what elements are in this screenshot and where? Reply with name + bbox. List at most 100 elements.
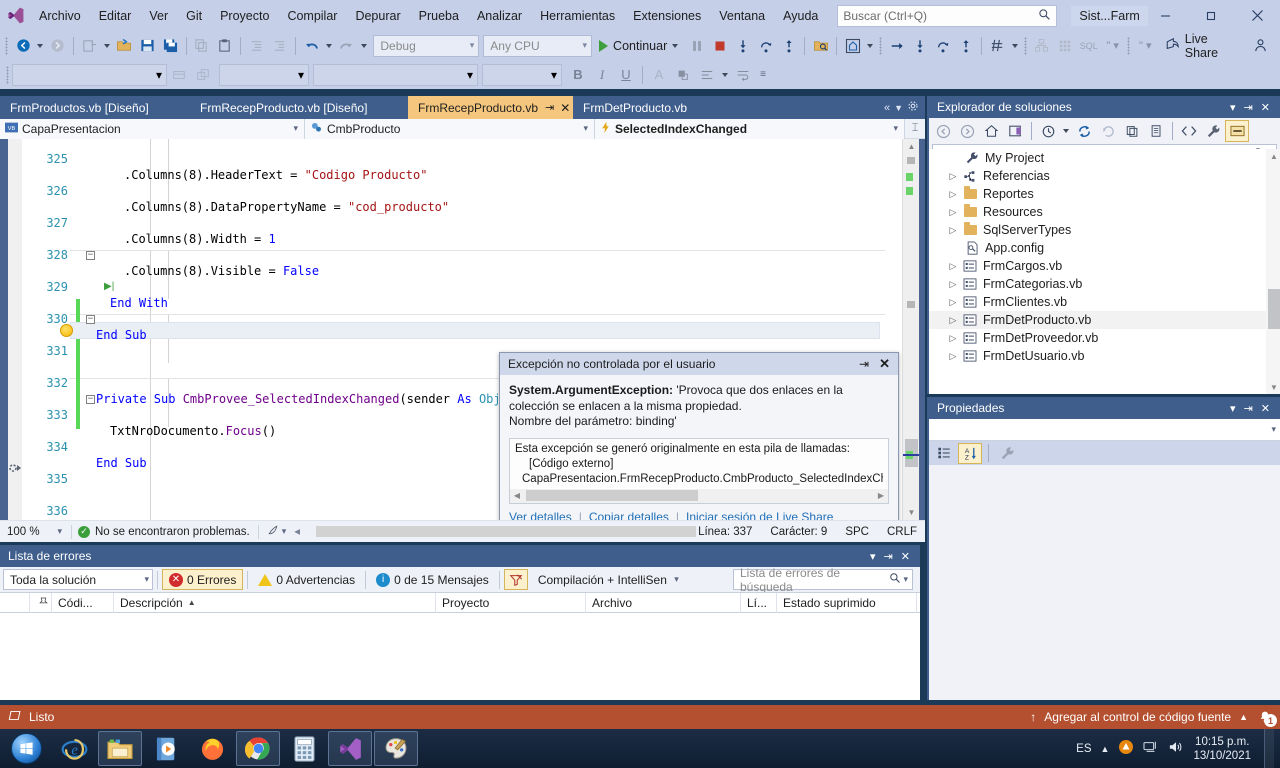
panel-menu-icon-3[interactable]: ▾	[1226, 402, 1240, 415]
menu-ayuda[interactable]: Ayuda	[774, 4, 827, 28]
live-share-button[interactable]: Live Share	[1157, 32, 1249, 60]
close-button[interactable]	[1234, 0, 1280, 31]
source-control-label[interactable]: Agregar al control de código fuente	[1044, 710, 1231, 724]
taskbar-visual-studio-icon[interactable]	[328, 731, 372, 766]
col-description[interactable]: Descripción ▲	[114, 592, 436, 613]
filter-button[interactable]	[503, 569, 528, 590]
toolbar-grip-3[interactable]	[1021, 36, 1031, 56]
scroll-tabs-icon[interactable]: «	[884, 102, 890, 114]
tab-options-gear-icon[interactable]	[907, 100, 919, 115]
font-color-icon[interactable]: A	[647, 63, 671, 87]
continue-button[interactable]: Continuar	[592, 34, 685, 58]
format-table-icon[interactable]	[167, 63, 191, 87]
col-code[interactable]: Códi...	[52, 592, 114, 613]
warnings-toggle[interactable]: 0 Advertencias	[252, 569, 361, 590]
tray-expand-icon[interactable]: ▲	[1101, 744, 1110, 754]
collapse-region-341[interactable]: −	[86, 395, 95, 404]
pin-icon-5[interactable]: ⇥	[1240, 402, 1257, 415]
stop-icon[interactable]	[708, 34, 731, 58]
step-out-icon[interactable]	[777, 34, 800, 58]
hash-lines-icon[interactable]	[986, 34, 1009, 58]
properties-page-icon[interactable]	[1144, 120, 1168, 142]
col-line[interactable]: Lí...	[741, 592, 777, 613]
notifications-bell-icon[interactable]: 1	[1256, 709, 1277, 727]
format-extra-combo[interactable]: ▾	[482, 63, 562, 86]
forward-icon[interactable]	[955, 120, 979, 142]
save-all-icon[interactable]	[159, 34, 182, 58]
editor-horizontal-scrollbar[interactable]: ◀ ▶	[294, 526, 697, 538]
redo-icon[interactable]	[335, 34, 358, 58]
copy-icon[interactable]	[190, 34, 213, 58]
tray-antivirus-icon[interactable]	[1118, 739, 1134, 758]
stack-horizontal-scrollbar[interactable]: ◀ ▶	[510, 488, 888, 503]
refresh-icon[interactable]	[1072, 120, 1096, 142]
maximize-button[interactable]	[1188, 0, 1234, 31]
panel-menu-icon-2[interactable]: ▾	[1226, 101, 1240, 114]
error-list-search-input[interactable]: Lista de errores de búsqueda ▾	[733, 566, 913, 594]
format-size-combo[interactable]: ▾	[219, 63, 309, 86]
show-all-files-icon[interactable]	[1120, 120, 1144, 142]
chevron-right-icon-8[interactable]: ▷	[945, 315, 961, 326]
menu-compilar[interactable]: Compilar	[278, 4, 346, 28]
chevron-right-icon-3[interactable]: ▷	[945, 207, 961, 218]
editor-vertical-scrollbar[interactable]: ▲ ▼	[902, 139, 920, 520]
tree-node-frmclientes[interactable]: ▷ FrmClientes.vb	[929, 293, 1280, 311]
language-indicator[interactable]: ES	[1076, 743, 1091, 755]
bold-button[interactable]: B	[566, 63, 590, 87]
close-icon-4[interactable]: ✕	[1257, 101, 1274, 114]
menu-herramientas[interactable]: Herramientas	[531, 4, 624, 28]
format-expand-icon[interactable]	[191, 63, 215, 87]
chevron-right-icon-5[interactable]: ▷	[945, 261, 961, 272]
breakpoint-dropdown[interactable]	[864, 34, 876, 58]
step-over-icon[interactable]	[754, 34, 777, 58]
align-dropdown[interactable]	[719, 63, 731, 87]
taskbar-internet-explorer-icon[interactable]: e	[52, 731, 96, 766]
se-scroll-up-arrow[interactable]: ▲	[1266, 149, 1280, 163]
save-icon[interactable]	[136, 34, 159, 58]
col-suppression[interactable]: Estado suprimido	[777, 592, 917, 613]
step-arrow-icon[interactable]	[885, 34, 908, 58]
pin-icon-2[interactable]: ⇥	[853, 357, 875, 371]
sql-icon[interactable]: SQL	[1076, 34, 1101, 58]
minimize-button[interactable]	[1142, 0, 1188, 31]
step-into-icon-2[interactable]	[908, 34, 931, 58]
tree-node-referencias[interactable]: ▷ Referencias	[929, 167, 1280, 185]
tree-node-frmcategorias[interactable]: ▷ FrmCategorias.vb	[929, 275, 1280, 293]
tab-list-icon[interactable]: ▼	[894, 103, 903, 113]
hscroll-track[interactable]	[300, 526, 697, 537]
quick-search-input[interactable]: Buscar (Ctrl+Q)	[837, 4, 1058, 27]
split-editor-icon[interactable]: ⌶	[905, 122, 925, 135]
chevron-right-icon-9[interactable]: ▷	[945, 333, 961, 344]
properties-grid[interactable]	[929, 465, 1280, 700]
menu-extensiones[interactable]: Extensiones	[624, 4, 710, 28]
zoom-level-combo[interactable]: 100 % ▾	[3, 523, 65, 541]
tree-node-frmdetproveedor[interactable]: ▷ FrmDetProveedor.vb	[929, 329, 1280, 347]
tab-frmrecepproducto-code[interactable]: FrmRecepProducto.vb ⇥ ✕	[408, 96, 581, 119]
se-scroll-thumb[interactable]	[1268, 289, 1280, 329]
hscroll-thumb[interactable]	[316, 526, 697, 537]
find-in-files-icon[interactable]	[809, 34, 832, 58]
redo-dropdown[interactable]	[358, 34, 370, 58]
stack-scroll-left[interactable]: ◀	[510, 488, 524, 503]
new-project-dropdown[interactable]	[101, 34, 113, 58]
italic-button[interactable]: I	[590, 63, 614, 87]
format-font-combo[interactable]: ▾	[12, 63, 167, 86]
exception-helper-popup[interactable]: Excepción no controlada por el usuario ⇥…	[499, 352, 899, 528]
hash-dropdown[interactable]	[1009, 34, 1021, 58]
quick-actions-lightbulb-icon[interactable]	[60, 324, 73, 337]
grid-icon[interactable]	[1053, 34, 1076, 58]
home-icon[interactable]	[979, 120, 1003, 142]
navigate-forward-icon[interactable]	[46, 34, 69, 58]
collapse-region-332[interactable]: −	[86, 251, 95, 260]
issue-filter-icon[interactable]	[267, 524, 279, 539]
stack-scroll-thumb[interactable]	[526, 490, 698, 501]
menu-ventana[interactable]: Ventana	[710, 4, 774, 28]
chevron-down-icon-11[interactable]: ▾	[282, 526, 287, 537]
tree-node-resources[interactable]: ▷ Resources	[929, 203, 1280, 221]
collapse-all-icon[interactable]	[1096, 120, 1120, 142]
build-intellisense-combo[interactable]: Compilación + IntelliSen ▾	[532, 569, 682, 590]
view-code-icon[interactable]	[1177, 120, 1201, 142]
menu-depurar[interactable]: Depurar	[346, 4, 409, 28]
align-icon[interactable]	[695, 63, 719, 87]
chevron-right-icon-4[interactable]: ▷	[945, 225, 961, 236]
